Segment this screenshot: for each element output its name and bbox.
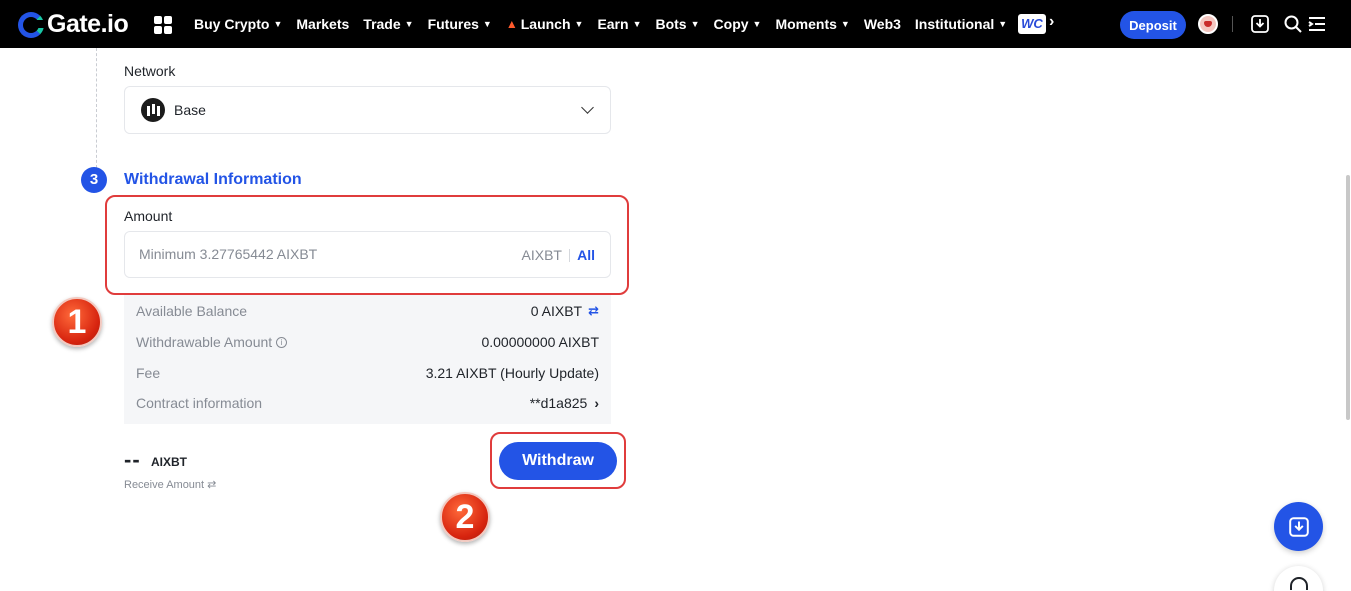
gate-logo[interactable]: Gate.io (18, 10, 129, 39)
contract-info-label: Contract information (136, 395, 263, 411)
nav-trade[interactable]: Trade ▼ (363, 16, 413, 32)
nav-label: Earn (597, 16, 629, 32)
caret-down-icon: ▼ (840, 19, 850, 29)
contract-info-row[interactable]: Contract information **d1a825 › (136, 395, 599, 411)
nav-label: Web3 (863, 16, 901, 32)
web3-promo-icon[interactable]: WC (1018, 14, 1046, 34)
caret-down-icon: ▼ (404, 19, 414, 29)
nav-launch[interactable]: ▲ Launch ▼ (506, 16, 584, 32)
nav-label: Institutional (914, 16, 995, 32)
caret-down-icon: ▼ (482, 19, 492, 29)
search-icon[interactable] (1283, 14, 1303, 34)
step-number: 3 (81, 167, 107, 193)
withdrawable-amount-label: Withdrawable Amount (136, 334, 273, 350)
receive-amount-value: -- (124, 447, 141, 472)
amount-highlight-box (105, 195, 629, 295)
nav-institutional[interactable]: Institutional ▼ (915, 16, 1007, 32)
deposit-button[interactable]: Deposit (1120, 11, 1186, 39)
fee-row: Fee 3.21 AIXBT (Hourly Update) (136, 365, 599, 381)
step-title: Withdrawal Information (124, 171, 302, 188)
network-value: Base (174, 102, 206, 118)
annotation-badge-1: 1 (52, 297, 102, 347)
nav-markets[interactable]: Markets (296, 16, 349, 32)
download-app-button[interactable] (1274, 502, 1323, 551)
receive-amount-unit: AIXBT (151, 455, 187, 469)
download-icon[interactable] (1250, 14, 1270, 34)
caret-down-icon: ▼ (273, 19, 283, 29)
nav-label: Copy (713, 16, 749, 32)
swap-icon: ⇄ (207, 479, 217, 491)
caret-down-icon: ▼ (998, 19, 1008, 29)
flame-icon: ▲ (505, 17, 518, 31)
withdrawable-amount-row: Withdrawable Amount i 0.00000000 AIXBT (136, 334, 599, 350)
nav-label: Bots (655, 16, 687, 32)
nav-label: Futures (427, 16, 479, 32)
headset-icon (1289, 577, 1308, 590)
available-balance-label: Available Balance (136, 303, 248, 319)
nav-earn[interactable]: Earn ▼ (597, 16, 641, 32)
menu-icon[interactable] (1307, 14, 1327, 34)
nav-label: Trade (363, 16, 401, 32)
nav-web3[interactable]: Web3 (864, 16, 901, 32)
fee-label: Fee (136, 365, 161, 381)
withdraw-info-panel: Available Balance 0 AIXBT ⇄ Withdrawable … (124, 294, 611, 424)
withdraw-highlight-box (490, 432, 626, 489)
base-network-icon (141, 98, 165, 122)
network-label: Network (124, 63, 176, 79)
info-icon[interactable]: i (276, 336, 288, 348)
nav-label: Launch (520, 16, 571, 32)
fee-value: 3.21 AIXBT (Hourly Update) (425, 365, 599, 381)
receive-amount-label: Receive Amount ⇄ (124, 479, 217, 491)
nav-bots[interactable]: Bots ▼ (655, 16, 699, 32)
logo-text: Gate.io (47, 10, 129, 38)
nav-futures[interactable]: Futures ▼ (428, 16, 492, 32)
nav-label: Buy Crypto (194, 16, 270, 32)
nav-divider (1232, 16, 1233, 32)
nav-label: Markets (296, 16, 350, 32)
network-select[interactable]: Base (124, 86, 611, 134)
chevron-right-icon: › (594, 395, 599, 411)
available-balance-row: Available Balance 0 AIXBT ⇄ (136, 303, 599, 319)
main-nav: Buy Crypto ▼ Markets Trade ▼ Futures ▼ ▲ Lau… (194, 0, 1021, 48)
customer-support-button[interactable] (1274, 566, 1323, 591)
avatar[interactable] (1198, 14, 1218, 34)
withdrawable-amount-value: 0.00000000 AIXBT (481, 334, 599, 350)
caret-down-icon: ▼ (752, 19, 762, 29)
apps-icon[interactable] (154, 16, 172, 34)
top-nav-bar: Gate.io Buy Crypto ▼ Markets Trade ▼ Futur… (0, 0, 1351, 48)
nav-buy-crypto[interactable]: Buy Crypto ▼ (194, 16, 282, 32)
chevron-down-icon (581, 101, 594, 114)
download-icon (1288, 516, 1309, 537)
nav-copy[interactable]: Copy ▼ (714, 16, 762, 32)
caret-down-icon: ▼ (632, 19, 642, 29)
nav-moments[interactable]: Moments ▼ (775, 16, 849, 32)
available-balance-value: 0 AIXBT (530, 303, 583, 319)
annotation-badge-2: 2 (440, 492, 490, 542)
transfer-icon[interactable]: ⇄ (588, 303, 599, 319)
contract-info-value: **d1a825 (529, 395, 588, 411)
caret-down-icon: ▼ (690, 19, 700, 29)
step-timeline (96, 48, 97, 168)
page-scrollbar[interactable] (1346, 175, 1350, 420)
caret-down-icon: ▼ (574, 19, 584, 29)
nav-label: Moments (775, 16, 837, 32)
nav-more-arrow-icon[interactable]: › (1049, 13, 1054, 31)
gate-logo-icon (18, 11, 44, 38)
